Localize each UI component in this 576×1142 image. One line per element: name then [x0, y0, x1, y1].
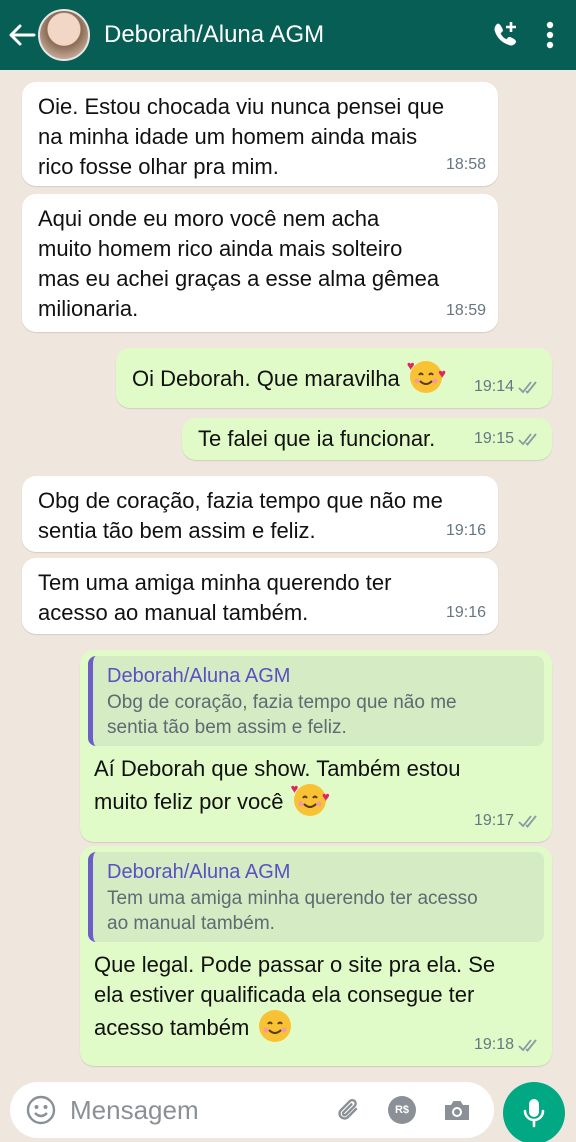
mic-icon — [523, 1099, 545, 1128]
message-time: 19:16 — [445, 604, 486, 621]
emoji-icon[interactable] — [26, 1095, 56, 1125]
message-bubble-outgoing[interactable]: Te falei que ia funcionar. 19:15 — [182, 418, 552, 460]
more-vert-icon[interactable] — [546, 21, 554, 49]
message-text: Que legal. Pode passar o site pra ela. S… — [94, 952, 496, 1040]
message-input-bar[interactable]: Mensagem R$ — [10, 1082, 494, 1138]
quote-text: Tem uma amiga minha querendo ter acesso … — [107, 888, 478, 934]
avatar[interactable] — [38, 9, 90, 61]
message-text: Te falei que ia funcionar. — [198, 426, 436, 451]
smiling-face-with-hearts-icon: ♥ ♥ — [291, 782, 330, 816]
message-bubble-incoming[interactable]: Oie. Estou chocada viu nunca pensei que … — [22, 82, 498, 186]
message-bubble-incoming[interactable]: Aqui onde eu moro você nem acha muito ho… — [22, 194, 498, 332]
message-text: Aqui onde eu moro você nem acha muito ho… — [38, 206, 440, 321]
double-check-icon — [518, 815, 537, 828]
message-time: 18:59 — [445, 302, 486, 319]
quoted-message[interactable]: Deborah/Aluna AGM Obg de coração, fazia … — [88, 656, 544, 746]
message-time: 18:58 — [445, 156, 486, 173]
message-bubble-incoming[interactable]: Obg de coração, fazia tempo que não me s… — [22, 476, 498, 552]
smiling-face-icon — [259, 1010, 292, 1042]
quote-text: Obg de coração, fazia tempo que não me s… — [107, 692, 457, 738]
message-time: 19:18 — [473, 1036, 514, 1053]
message-text: Obg de coração, fazia tempo que não me s… — [38, 488, 443, 543]
message-text: Tem uma amiga minha querendo ter acesso … — [38, 570, 392, 625]
message-time: 19:14 — [473, 378, 514, 395]
double-check-icon — [518, 381, 537, 394]
smiling-face-with-hearts-icon: ♥ ♥ — [407, 359, 446, 393]
chat-header: Deborah/Aluna AGM — [0, 0, 576, 70]
contact-name[interactable]: Deborah/Aluna AGM — [104, 21, 490, 49]
message-bubble-outgoing[interactable]: Deborah/Aluna AGM Tem uma amiga minha qu… — [80, 846, 552, 1066]
composer: Mensagem R$ — [0, 1080, 576, 1142]
message-text: Oie. Estou chocada viu nunca pensei que … — [38, 94, 445, 179]
message-text: Aí Deborah que show. Também estou muito … — [94, 756, 461, 814]
double-check-icon — [518, 1039, 537, 1052]
message-bubble-outgoing[interactable]: Oi Deborah. Que maravilha ♥ ♥ 19:14 — [116, 348, 552, 408]
payment-icon[interactable]: R$ — [388, 1096, 416, 1124]
message-time: 19:16 — [445, 522, 486, 539]
double-check-icon — [518, 433, 537, 446]
quote-author: Deborah/Aluna AGM — [107, 861, 291, 883]
message-bubble-incoming[interactable]: Tem uma amiga minha querendo ter acesso … — [22, 558, 498, 634]
attach-icon[interactable] — [334, 1096, 362, 1124]
message-list[interactable]: Oie. Estou chocada viu nunca pensei que … — [0, 70, 576, 1080]
camera-icon[interactable] — [442, 1097, 472, 1123]
mic-button[interactable] — [503, 1082, 565, 1142]
add-call-icon[interactable] — [490, 20, 520, 50]
message-input[interactable]: Mensagem — [70, 1095, 334, 1126]
message-bubble-outgoing[interactable]: Deborah/Aluna AGM Obg de coração, fazia … — [80, 650, 552, 842]
quote-author: Deborah/Aluna AGM — [107, 665, 291, 687]
quoted-message[interactable]: Deborah/Aluna AGM Tem uma amiga minha qu… — [88, 852, 544, 942]
back-arrow-icon[interactable] — [0, 23, 38, 47]
message-time: 19:17 — [473, 812, 514, 829]
message-text: Oi Deborah. Que maravilha — [132, 366, 400, 391]
message-time: 19:15 — [473, 430, 514, 447]
